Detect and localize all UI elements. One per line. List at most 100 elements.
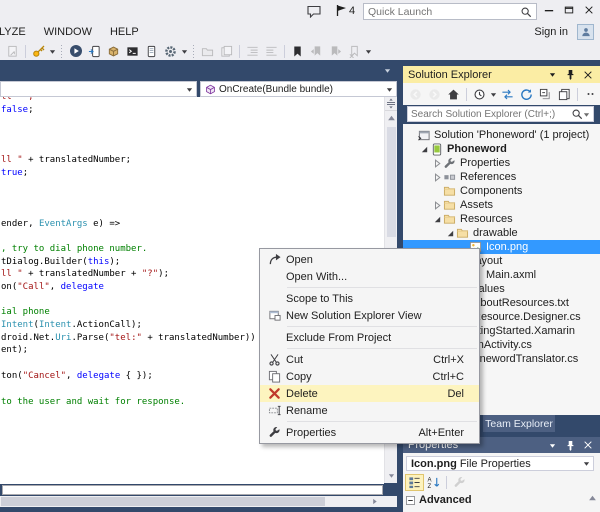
wrench-gray-icon[interactable] [450,474,469,491]
solution-explorer-title-bar[interactable]: Solution Explorer [403,66,600,83]
device-deploy-icon[interactable] [85,43,104,60]
editor-horizontal-scrollbar[interactable] [0,496,384,507]
scroll-up-icon[interactable] [385,112,397,124]
expander-closed-icon[interactable] [432,201,442,210]
window-position-caret-icon[interactable] [545,68,559,82]
toolbar-grip[interactable] [59,45,64,58]
package-icon[interactable] [104,43,123,60]
category-advanced[interactable]: Advanced [406,494,472,506]
overflow-icon[interactable] [581,86,600,103]
main-toolbar [0,42,600,60]
category-label: Advanced [419,494,472,506]
minimize-button[interactable] [540,2,558,18]
quick-launch-input[interactable] [368,6,520,18]
close-button[interactable] [580,2,598,18]
code-segment: tDialog.Builder( [1,257,88,267]
tab-list-caret-icon[interactable] [383,67,392,74]
nav-member-label: OnCreate(Bundle bundle) [219,84,333,95]
menu-item-exclude-from-project[interactable]: Exclude From Project [260,329,479,346]
collapse-all-icon[interactable] [536,86,555,103]
doc-stack-icon[interactable] [217,43,236,60]
doc-arrow-icon[interactable] [3,43,22,60]
bookmark-clear-icon[interactable] [345,43,364,60]
tree-item-components[interactable]: Components [403,184,600,198]
menu-item-analyze[interactable]: LYZE [0,22,35,42]
preview-icon[interactable] [555,86,574,103]
expander-open-icon[interactable] [445,229,455,238]
search-icon [520,6,532,18]
window-position-caret-icon[interactable] [545,438,559,452]
refresh-icon[interactable] [517,86,536,103]
menu-item-delete[interactable]: DeleteDel [260,385,479,402]
folder-nav-icon[interactable] [198,43,217,60]
pin-icon[interactable] [563,438,577,452]
bookmark-prev-icon[interactable] [307,43,326,60]
splitter-handle-icon[interactable] [385,97,397,111]
scroll-right-icon[interactable] [368,496,380,507]
tree-item-label: Components [460,185,522,197]
back-icon[interactable] [406,86,425,103]
categorized-icon[interactable] [405,474,424,491]
tree-item-drawable[interactable]: drawable [403,226,600,240]
expander-open-icon[interactable] [419,145,429,154]
solution-explorer-search-box[interactable] [407,106,594,122]
dropdown-caret-icon[interactable] [364,48,373,55]
pin-icon[interactable] [563,68,577,82]
menu-item-scope-to-this[interactable]: Scope to This [260,290,479,307]
home-icon[interactable] [444,86,463,103]
terminal-icon[interactable] [123,43,142,60]
gear-icon[interactable] [161,43,180,60]
menu-item-new-solution-explorer-view[interactable]: New Solution Explorer View [260,307,479,324]
menu-item-open[interactable]: Open [260,251,479,268]
bookmark-next-icon[interactable] [326,43,345,60]
dropdown-caret-icon[interactable] [180,48,189,55]
tree-item-resources[interactable]: Resources [403,212,600,226]
sign-in-button[interactable]: Sign in [534,22,568,42]
phone-app-icon[interactable] [142,43,161,60]
menu-item-copy[interactable]: CopyCtrl+C [260,368,479,385]
search-input[interactable] [411,109,571,120]
menu-item-properties[interactable]: PropertiesAlt+Enter [260,424,479,441]
maximize-button[interactable] [560,2,578,18]
collapse-box-icon[interactable] [406,496,415,505]
scroll-up-icon[interactable] [588,494,597,503]
dropdown-caret-icon[interactable] [48,48,57,55]
feedback-icon[interactable] [306,4,322,18]
expander-closed-icon[interactable] [432,173,442,182]
bookmark-icon[interactable] [288,43,307,60]
menu-item-help[interactable]: HELP [101,22,148,42]
sort-az-icon[interactable]: AZ [424,474,443,491]
tree-item-assets[interactable]: Assets [403,198,600,212]
menu-item-cut[interactable]: CutCtrl+X [260,351,479,368]
notifications-flag[interactable]: 4 [336,4,355,17]
forward-icon[interactable] [425,86,444,103]
key-icon[interactable] [29,43,48,60]
dropdown-caret-icon[interactable] [489,91,498,98]
indent-right-icon[interactable] [262,43,281,60]
nav-class-combo[interactable] [0,81,197,97]
close-icon[interactable] [581,68,595,82]
expander-open-icon[interactable] [432,215,442,224]
tab-team-explorer[interactable]: Team Explorer [483,415,555,432]
toolbar-grip[interactable] [191,45,196,58]
menu-item-window[interactable]: WINDOW [35,22,101,42]
sync-icon[interactable] [498,86,517,103]
scrollbar-thumb[interactable] [1,497,325,506]
nav-member-combo[interactable]: OnCreate(Bundle bundle) [200,81,397,97]
indent-left-icon[interactable] [243,43,262,60]
tree-item-solution-phoneword-1-project[interactable]: Solution 'Phoneword' (1 project) [403,128,600,142]
expander-closed-icon[interactable] [432,159,442,168]
close-icon[interactable] [581,438,595,452]
scrollbar-thumb[interactable] [387,127,396,237]
tree-item-references[interactable]: References [403,170,600,184]
quick-launch-box[interactable] [363,3,537,20]
play-circle-icon[interactable] [66,43,85,60]
scroll-down-icon[interactable] [385,469,397,481]
tree-item-properties[interactable]: Properties [403,156,600,170]
avatar-icon[interactable] [577,24,594,40]
pending-changes-icon[interactable] [470,86,489,103]
tree-item-phoneword[interactable]: Phoneword [403,142,600,156]
menu-item-open-with[interactable]: Open With... [260,268,479,285]
properties-object-combo[interactable]: Icon.png File Properties [406,456,594,471]
menu-item-rename[interactable]: Rename [260,402,479,419]
